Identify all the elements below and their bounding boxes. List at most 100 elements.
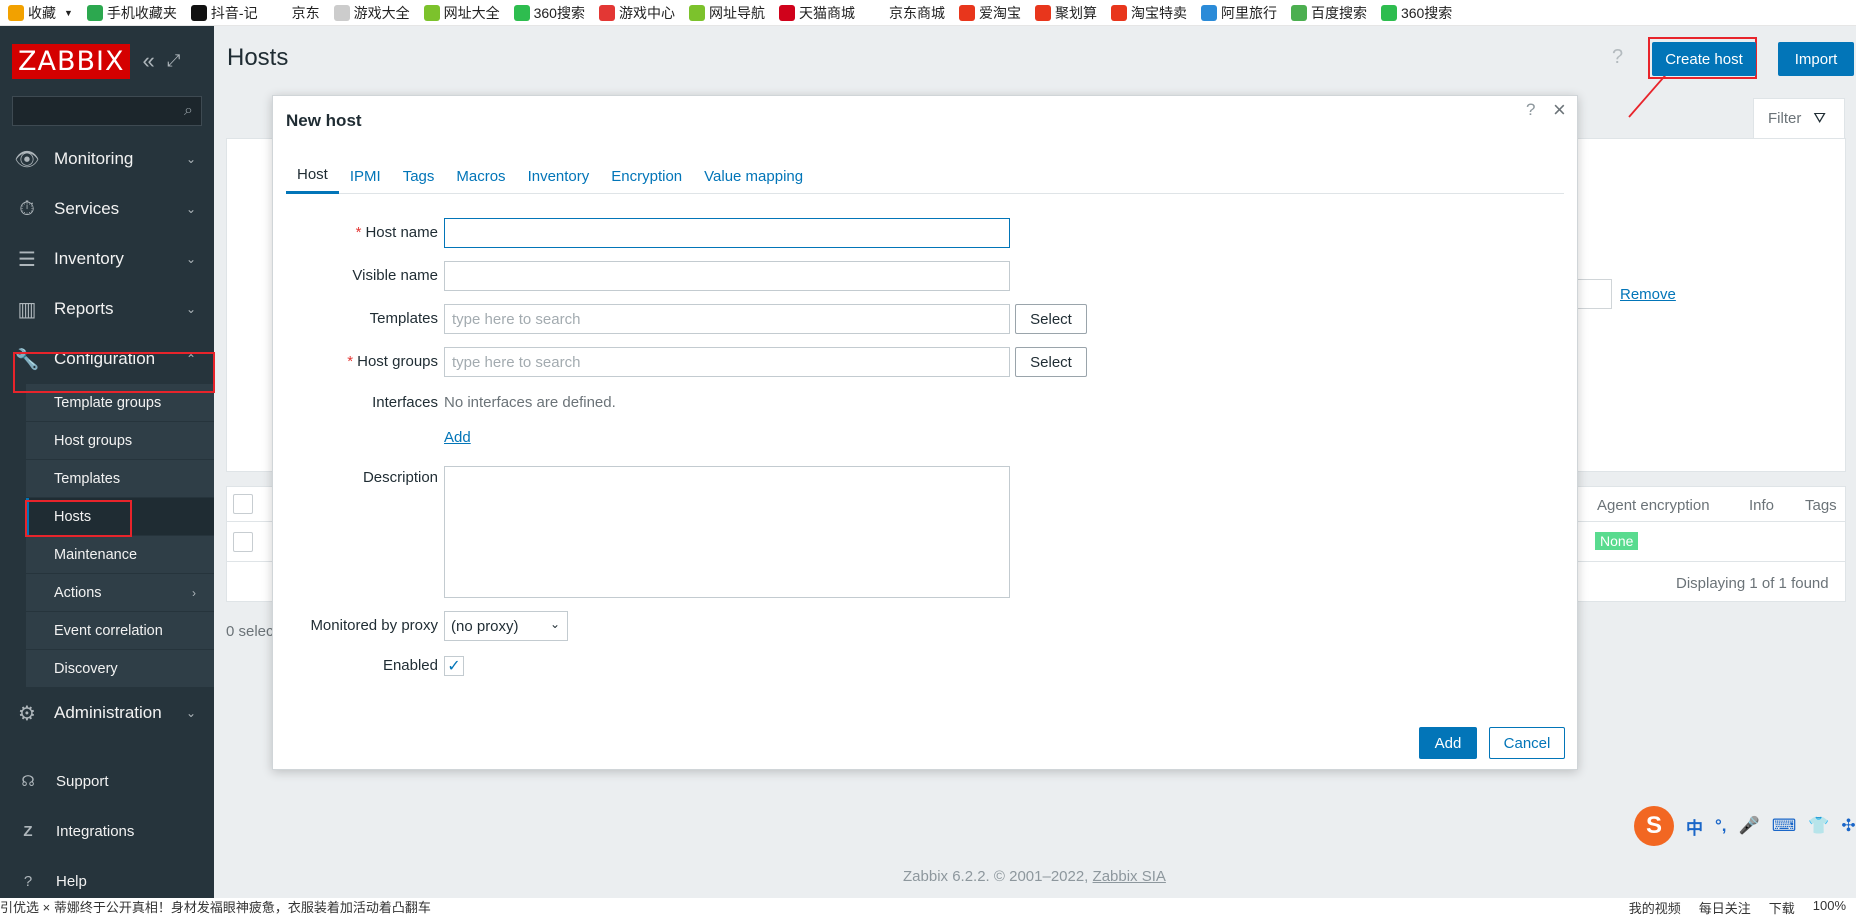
submenu-host-groups[interactable]: Host groups [26,422,214,460]
bookmark-item[interactable]: 百度搜索 [1290,3,1367,23]
create-host-button[interactable]: Create host [1652,42,1756,76]
list-icon: ☰ [18,248,36,271]
chevron-down-icon[interactable]: ▼ [64,8,73,18]
menu-inventory[interactable]: ☰ Inventory ⌄ [0,234,214,284]
menu-label: Administration [54,703,162,722]
tab-host[interactable]: Host [286,158,339,194]
menu-reports[interactable]: ▥ Reports ⌄ [0,284,214,334]
bookmark-item[interactable]: 淘宝特卖 [1110,3,1187,23]
chinese-mode-icon[interactable]: 中 [1686,814,1703,839]
tab-macros[interactable]: Macros [445,158,516,194]
tab-value-mapping[interactable]: Value mapping [693,158,814,194]
footer-link[interactable]: Zabbix SIA [1093,868,1166,885]
row-checkbox[interactable] [233,532,253,552]
bookmark-item[interactable]: 收藏 ▼ [8,3,73,23]
enabled-checkbox[interactable]: ✓ [444,656,464,676]
punctuation-icon[interactable]: °, [1715,816,1727,836]
bookmark-label: 手机收藏夹 [106,4,177,21]
sidebar-search-input[interactable]: ⌕ [12,96,202,126]
daily-follow-link[interactable]: 每日关注 [1699,898,1751,915]
toolbox-icon[interactable]: ✣ [1841,816,1855,836]
bookmark-label: 游戏中心 [618,4,675,21]
bookmark-item[interactable]: 手机收藏夹 [86,3,177,23]
keyboard-icon[interactable]: ⌨ [1772,816,1797,836]
tmall-icon [778,4,795,21]
kiosk-mode-icon[interactable]: ⤢ [167,51,181,71]
my-videos-link[interactable]: 我的视频 [1629,898,1681,915]
filter-remove-link[interactable]: Remove [1620,286,1676,303]
tab-encryption[interactable]: Encryption [600,158,693,194]
taobao-icon [958,4,975,21]
filter-tab[interactable]: Filter ⛛ [1753,98,1845,138]
chevron-down-icon: ⌄ [549,617,560,631]
templates-input[interactable]: type here to search [444,304,1010,334]
submenu-event-correlation[interactable]: Event correlation [26,612,214,650]
submenu-discovery[interactable]: Discovery [26,650,214,688]
menu-label: Reports [54,299,114,318]
bookmark-item[interactable]: 网址大全 [423,3,500,23]
description-textarea[interactable] [444,466,1010,598]
select-all-checkbox[interactable] [233,494,253,514]
sidebar: ZABBIX « ⤢ ⌕ 👁 Monitoring ⌄ ⏱ Services ⌄… [0,26,214,898]
submenu-templates[interactable]: Templates [26,460,214,498]
add-interface-link[interactable]: Add [444,429,471,446]
proxy-select[interactable]: (no proxy) ⌄ [444,611,568,641]
page-footer: Zabbix 6.2.2. © 2001–2022, Zabbix SIA [903,868,1166,885]
templates-select-button[interactable]: Select [1015,304,1087,334]
bookmark-item[interactable]: 京东商城 [869,3,945,23]
skin-icon[interactable]: 👕 [1808,816,1829,836]
visible-name-input[interactable] [444,261,1010,291]
submenu-label: Actions [54,584,102,601]
host-groups-input[interactable]: type here to search [444,347,1010,377]
host-name-input[interactable] [444,218,1010,248]
tab-tags[interactable]: Tags [392,158,446,194]
bookmark-label: 收藏 [28,4,56,21]
bookmark-item[interactable]: 天猫商城 [778,3,855,23]
menu-services[interactable]: ⏱ Services ⌄ [0,184,214,234]
bookmark-item[interactable]: 阿里旅行 [1200,3,1277,23]
close-icon[interactable]: × [1553,97,1566,123]
bookmark-item[interactable]: 抖音-记 [190,3,258,23]
cancel-button[interactable]: Cancel [1489,727,1565,759]
bookmark-item[interactable]: 游戏大全 [333,3,410,23]
add-button[interactable]: Add [1419,727,1477,759]
bookmark-item[interactable]: 网址导航 [688,3,765,23]
tab-inventory[interactable]: Inventory [517,158,601,194]
chevron-down-icon: ⌄ [185,202,196,216]
submenu-actions[interactable]: Actions › [26,574,214,612]
menu-administration[interactable]: ⚙ Administration ⌄ [0,688,214,738]
help-icon[interactable]: ? [1526,100,1535,120]
bookmark-item[interactable]: 京东 [272,3,320,23]
download-link[interactable]: 下载 [1769,898,1795,915]
bookmark-item[interactable]: 聚划算 [1034,3,1097,23]
menu-monitoring[interactable]: 👁 Monitoring ⌄ [0,134,214,184]
integrations-link[interactable]: Z Integrations [0,806,214,856]
zoom-level[interactable]: 100% [1813,898,1846,915]
search-icon[interactable]: ⌕ [184,102,193,120]
column-agent-encryption[interactable]: Agent encryption [1597,497,1710,514]
bookmark-label: 阿里旅行 [1220,4,1277,21]
host-groups-select-button[interactable]: Select [1015,347,1087,377]
bookmark-item[interactable]: 游戏中心 [598,3,675,23]
bookmark-item[interactable]: 360搜索 [1380,3,1452,23]
zabbix-logo[interactable]: ZABBIX [12,43,131,79]
eye-icon: 👁 [14,148,40,171]
collapse-sidebar-icon[interactable]: « [142,48,154,74]
import-button[interactable]: Import [1778,42,1854,76]
visible-name-label: Visible name [352,267,438,284]
hao-icon [1290,4,1307,21]
sogou-logo-icon[interactable]: S [1634,806,1674,846]
news-ticker[interactable]: 引优选 × 蒂娜终于公开真相！身材发福眼神疲惫，衣服装着加活动着凸翻车 [0,898,431,915]
microphone-icon[interactable]: 🎤 [1739,816,1760,836]
submenu-maintenance[interactable]: Maintenance [26,536,214,574]
tab-ipmi[interactable]: IPMI [339,158,392,194]
host-groups-label: * Host groups [347,353,438,370]
highlight-configuration [13,352,215,393]
support-link[interactable]: ☊ Support [0,756,214,806]
description-label: Description [362,469,438,486]
help-icon[interactable]: ? [1612,46,1623,69]
bookmark-item[interactable]: 爱淘宝 [958,3,1021,23]
column-tags: Tags [1805,497,1837,514]
footer-text: Zabbix 6.2.2. © 2001–2022, [903,868,1093,885]
bookmark-item[interactable]: 360搜索 [513,3,585,23]
